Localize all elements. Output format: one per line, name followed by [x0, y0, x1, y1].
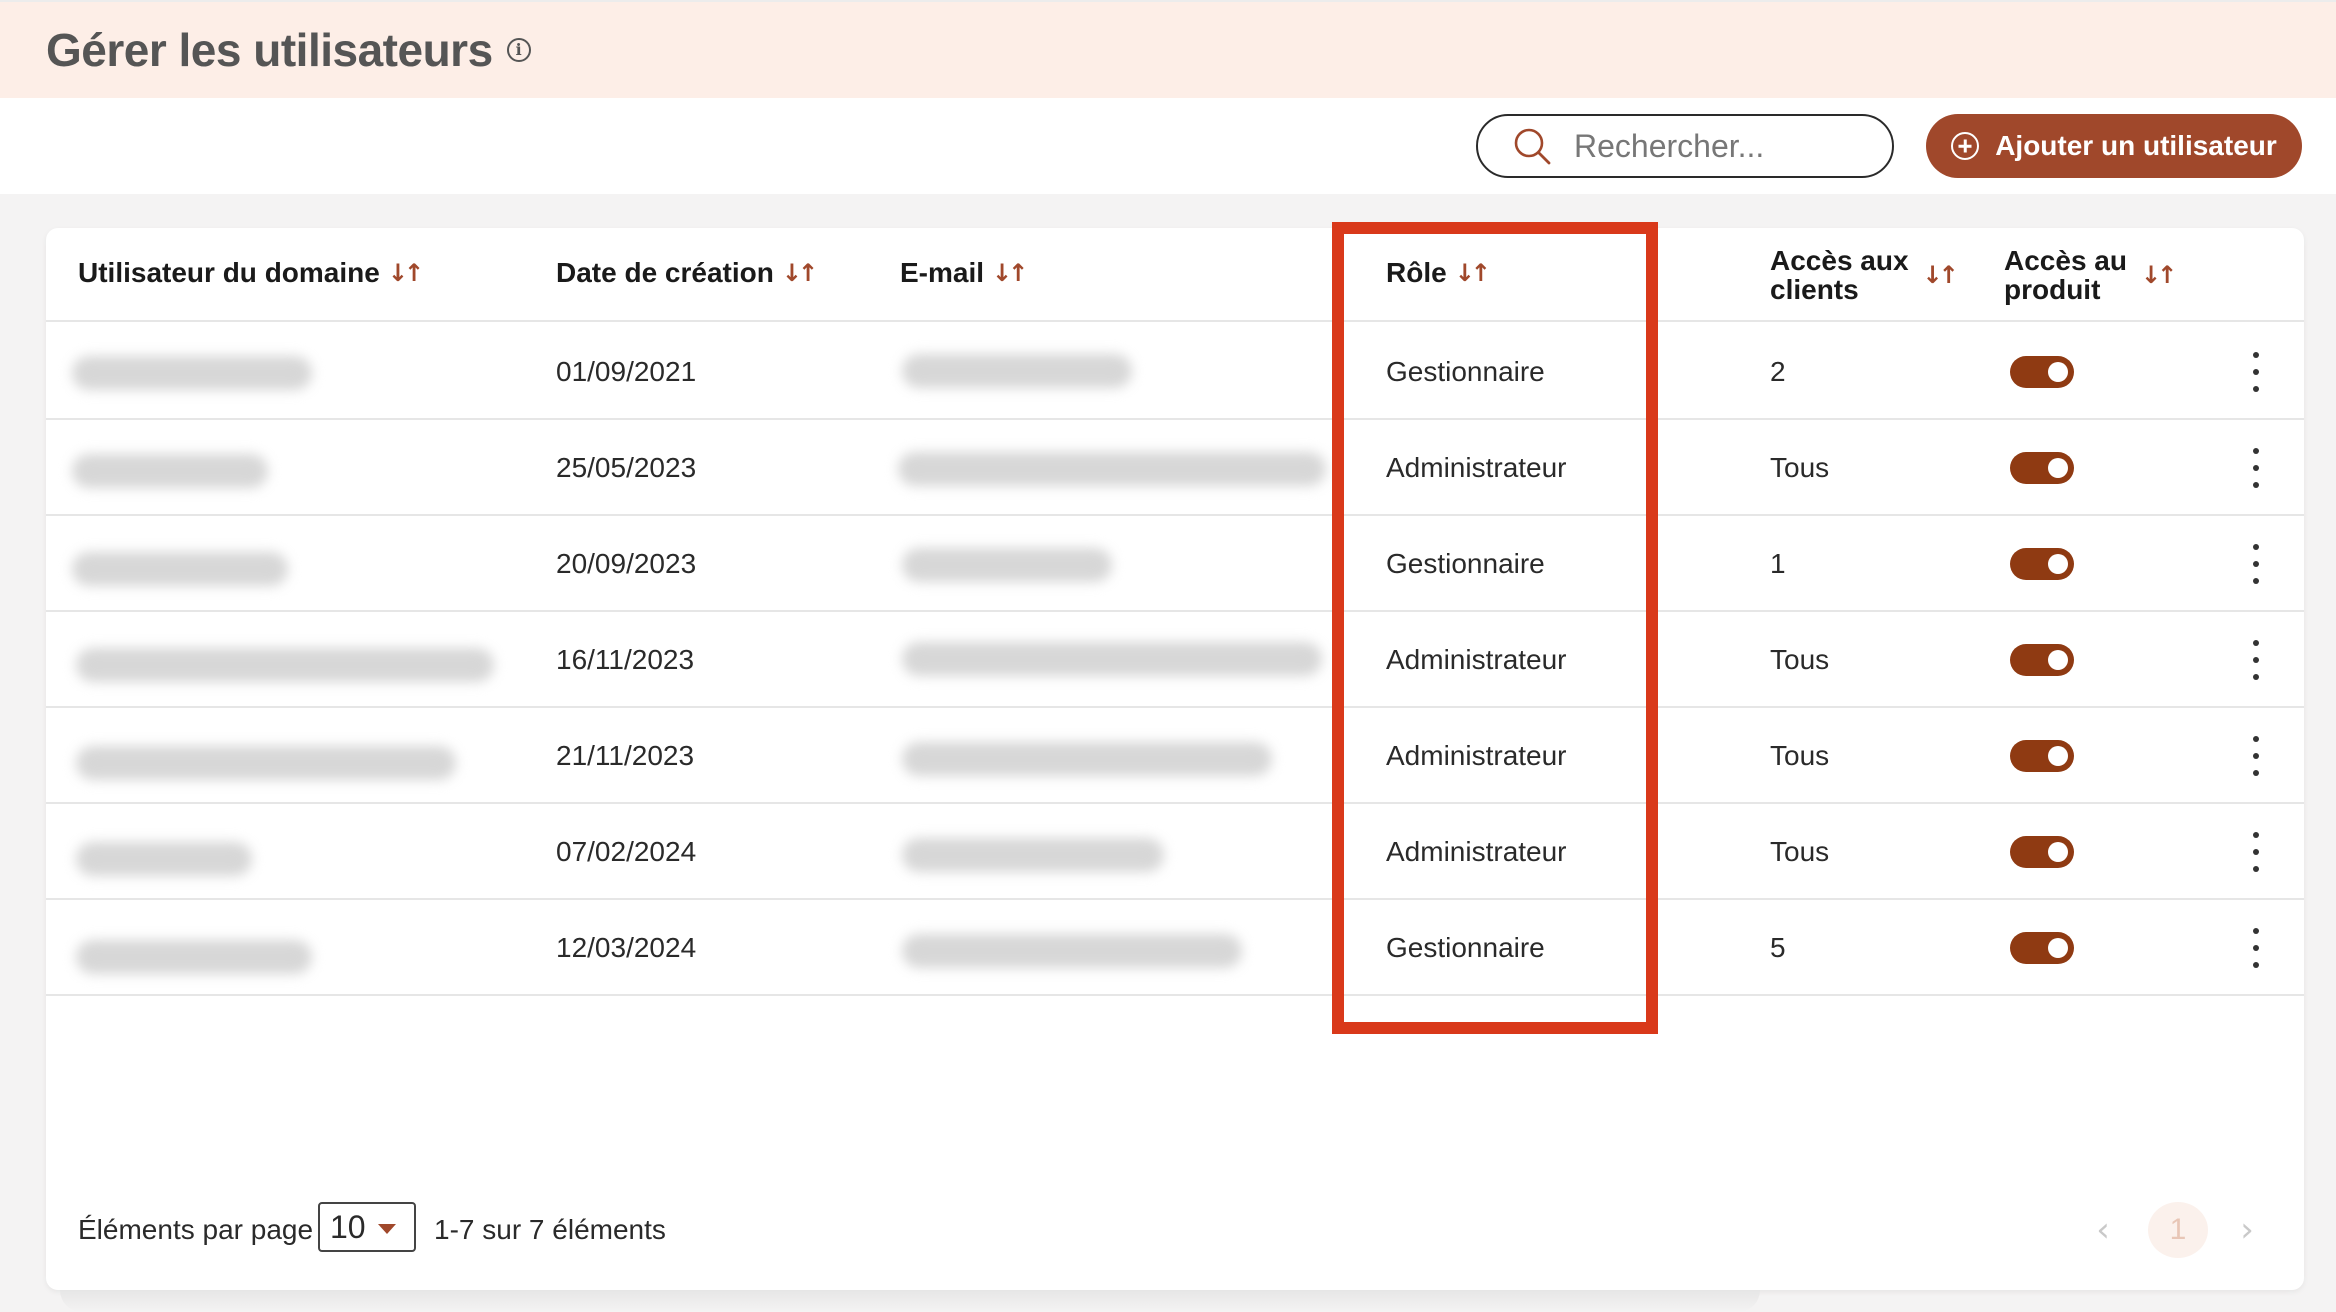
table-row[interactable]: 16/11/2023 Administrateur Tous — [46, 612, 2304, 708]
more-actions-icon[interactable] — [2246, 544, 2266, 584]
product-access-toggle[interactable] — [2010, 644, 2074, 676]
column-header-role[interactable]: Rôle ↓↑ — [1386, 258, 1491, 288]
redacted-email — [902, 354, 1132, 388]
product-access-toggle[interactable] — [2010, 548, 2074, 580]
redacted-username — [76, 746, 456, 780]
sort-icon[interactable]: ↓↑ — [388, 259, 424, 287]
redacted-username — [76, 940, 312, 974]
column-header-product-access[interactable]: Accès au produit ↓↑ — [2004, 246, 2177, 305]
client-access: Tous — [1770, 836, 1830, 867]
role: Administrateur — [1386, 836, 1567, 867]
more-actions-icon[interactable] — [2246, 640, 2266, 680]
redacted-username — [72, 552, 288, 586]
product-access-toggle[interactable] — [2010, 836, 2074, 868]
sort-icon[interactable]: ↓↑ — [1923, 261, 1959, 289]
bottom-shadow — [60, 1290, 1760, 1312]
redacted-email — [902, 742, 1272, 776]
client-access: 2 — [1770, 356, 1786, 387]
add-user-label: Ajouter un utilisateur — [1995, 130, 2277, 161]
page-title: Gérer les utilisateurs — [46, 24, 493, 76]
add-user-button[interactable]: Ajouter un utilisateur — [1926, 114, 2302, 178]
users-table-card: Utilisateur du domaine ↓↑ Date de créati… — [46, 228, 2304, 1290]
creation-date: 20/09/2023 — [556, 548, 697, 579]
chevron-left-icon[interactable]: ‹ — [2088, 1210, 2118, 1250]
role: Administrateur — [1386, 452, 1567, 483]
creation-date: 01/09/2021 — [556, 356, 697, 387]
role: Gestionnaire — [1386, 548, 1545, 579]
client-access: Tous — [1770, 740, 1830, 771]
pagination-range: 1-7 sur 7 éléments — [434, 1214, 666, 1245]
client-access: Tous — [1770, 452, 1830, 483]
creation-date: 25/05/2023 — [556, 452, 697, 483]
more-actions-icon[interactable] — [2246, 352, 2266, 392]
role: Administrateur — [1386, 644, 1567, 675]
redacted-username — [76, 648, 494, 682]
client-access: 1 — [1770, 548, 1786, 579]
creation-date: 07/02/2024 — [556, 836, 697, 867]
plus-circle-icon — [1951, 132, 1980, 160]
caret-down-icon — [378, 1224, 396, 1234]
column-header-domain-user[interactable]: Utilisateur du domaine ↓↑ — [78, 258, 424, 288]
creation-date: 12/03/2024 — [556, 932, 697, 963]
sort-icon[interactable]: ↓↑ — [2141, 261, 2177, 289]
sort-icon[interactable]: ↓↑ — [1455, 259, 1491, 287]
search-input[interactable] — [1574, 127, 1874, 165]
more-actions-icon[interactable] — [2246, 448, 2266, 488]
per-page-label: Éléments par page — [78, 1214, 314, 1245]
per-page-value: 10 — [330, 1208, 366, 1245]
role: Administrateur — [1386, 740, 1567, 771]
product-access-toggle[interactable] — [2010, 932, 2074, 964]
redacted-username — [72, 454, 268, 488]
column-header-email[interactable]: E-mail ↓↑ — [900, 258, 1028, 288]
table-row[interactable]: 07/02/2024 Administrateur Tous — [46, 804, 2304, 900]
table-row[interactable]: 12/03/2024 Gestionnaire 5 — [46, 900, 2304, 996]
search-box[interactable] — [1476, 114, 1894, 178]
client-access: Tous — [1770, 644, 1830, 675]
redacted-username — [76, 842, 252, 876]
sort-icon[interactable]: ↓↑ — [992, 259, 1028, 287]
per-page-select[interactable]: 10 — [318, 1202, 416, 1252]
table-row[interactable]: 21/11/2023 Administrateur Tous — [46, 708, 2304, 804]
column-header-client-access[interactable]: Accès aux clients ↓↑ — [1770, 246, 1959, 305]
creation-date: 21/11/2023 — [556, 740, 695, 771]
more-actions-icon[interactable] — [2246, 736, 2266, 776]
redacted-email — [902, 642, 1322, 676]
redacted-email — [902, 934, 1242, 968]
redacted-email — [902, 548, 1112, 582]
column-header-creation-date[interactable]: Date de création ↓↑ — [556, 258, 818, 288]
product-access-toggle[interactable] — [2010, 452, 2074, 484]
table-header: Utilisateur du domaine ↓↑ Date de créati… — [46, 228, 2304, 322]
table-footer: Éléments par page 10 1-7 sur 7 éléments … — [46, 1202, 2304, 1262]
toolbar: Ajouter un utilisateur — [0, 98, 2336, 194]
table-row[interactable]: 25/05/2023 Administrateur Tous — [46, 420, 2304, 516]
more-actions-icon[interactable] — [2246, 832, 2266, 872]
pagination-page-current[interactable]: 1 — [2148, 1202, 2208, 1258]
redacted-email — [898, 452, 1326, 486]
chevron-right-icon[interactable]: › — [2232, 1210, 2262, 1250]
page-header: Gérer les utilisateurs i — [0, 0, 2336, 98]
search-icon — [1512, 126, 1552, 166]
redacted-username — [72, 356, 312, 390]
table-row[interactable]: 01/09/2021 Gestionnaire 2 — [46, 324, 2304, 420]
redacted-email — [902, 838, 1164, 872]
role: Gestionnaire — [1386, 356, 1545, 387]
sort-icon[interactable]: ↓↑ — [782, 259, 818, 287]
creation-date: 16/11/2023 — [556, 644, 695, 675]
table-row[interactable]: 20/09/2023 Gestionnaire 1 — [46, 516, 2304, 612]
product-access-toggle[interactable] — [2010, 740, 2074, 772]
client-access: 5 — [1770, 932, 1786, 963]
info-icon[interactable]: i — [506, 38, 531, 62]
more-actions-icon[interactable] — [2246, 928, 2266, 968]
role: Gestionnaire — [1386, 932, 1545, 963]
product-access-toggle[interactable] — [2010, 356, 2074, 388]
